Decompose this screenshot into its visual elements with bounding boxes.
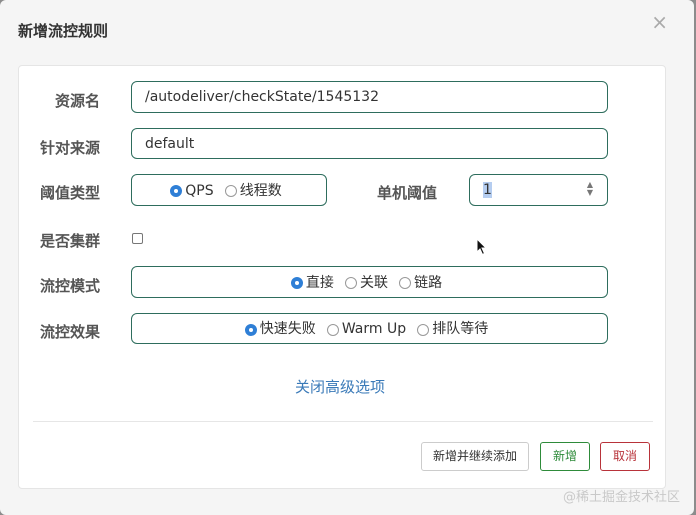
radio-icon xyxy=(224,184,237,197)
add-button[interactable]: 新增 xyxy=(540,442,590,471)
radio-icon xyxy=(417,323,430,336)
add-flow-rule-dialog: 新增流控规则 × 资源名 /autodeliver/checkState/154… xyxy=(0,0,694,515)
flow-effect-warm-up[interactable]: Warm Up xyxy=(326,314,412,344)
threshold-type-qps[interactable]: QPS xyxy=(170,175,219,206)
resource-input[interactable]: /autodeliver/checkState/1545132 xyxy=(131,81,608,113)
single-threshold-input[interactable]: 1 ▲ ▼ xyxy=(469,174,608,206)
watermark: @稀土掘金技术社区 xyxy=(562,490,680,505)
flow-mode-chain[interactable]: 链路 xyxy=(399,267,448,298)
dialog-title: 新增流控规则 xyxy=(18,22,109,40)
single-threshold-label: 单机阈值 xyxy=(377,184,438,202)
source-input-value: default xyxy=(145,136,195,152)
source-label: 针对来源 xyxy=(40,139,101,157)
flow-effect-fast-fail[interactable]: 快速失败 xyxy=(244,314,322,344)
radio-selected-icon xyxy=(170,184,183,197)
source-input[interactable]: default xyxy=(131,128,608,159)
cluster-label: 是否集群 xyxy=(40,232,101,250)
flow-mode-direct[interactable]: 直接 xyxy=(290,267,340,298)
cancel-button[interactable]: 取消 xyxy=(600,442,650,471)
flow-mode-group: 直接 关联 链路 xyxy=(131,266,608,298)
footer-divider xyxy=(33,421,653,422)
flow-effect-label: 流控效果 xyxy=(40,323,101,341)
single-threshold-value: 1 xyxy=(483,182,492,198)
threshold-type-group: QPS 线程数 xyxy=(131,174,327,206)
radio-selected-icon xyxy=(290,276,303,289)
threshold-type-label: 阈值类型 xyxy=(40,184,101,202)
radio-icon xyxy=(326,323,339,336)
threshold-type-threads[interactable]: 线程数 xyxy=(224,175,288,206)
resource-input-value: /autodeliver/checkState/1545132 xyxy=(145,89,379,105)
radio-icon xyxy=(399,276,412,289)
flow-effect-queue[interactable]: 排队等待 xyxy=(417,314,494,344)
number-spinner-icon[interactable]: ▲ ▼ xyxy=(585,181,595,197)
add-and-continue-button[interactable]: 新增并继续添加 xyxy=(421,442,529,471)
flow-mode-label: 流控模式 xyxy=(40,277,101,295)
flow-mode-related[interactable]: 关联 xyxy=(345,267,394,298)
close-icon[interactable]: × xyxy=(651,12,668,32)
radio-icon xyxy=(345,276,357,289)
form-panel: 资源名 /autodeliver/checkState/1545132 针对来源… xyxy=(18,65,666,489)
close-advanced-options-link[interactable]: 关闭高级选项 xyxy=(295,376,385,397)
flow-effect-group: 快速失败 Warm Up 排队等待 xyxy=(131,313,608,344)
cluster-checkbox[interactable] xyxy=(132,233,143,244)
mouse-pointer-icon xyxy=(476,238,488,256)
resource-label: 资源名 xyxy=(55,92,101,110)
radio-selected-icon xyxy=(244,323,257,336)
